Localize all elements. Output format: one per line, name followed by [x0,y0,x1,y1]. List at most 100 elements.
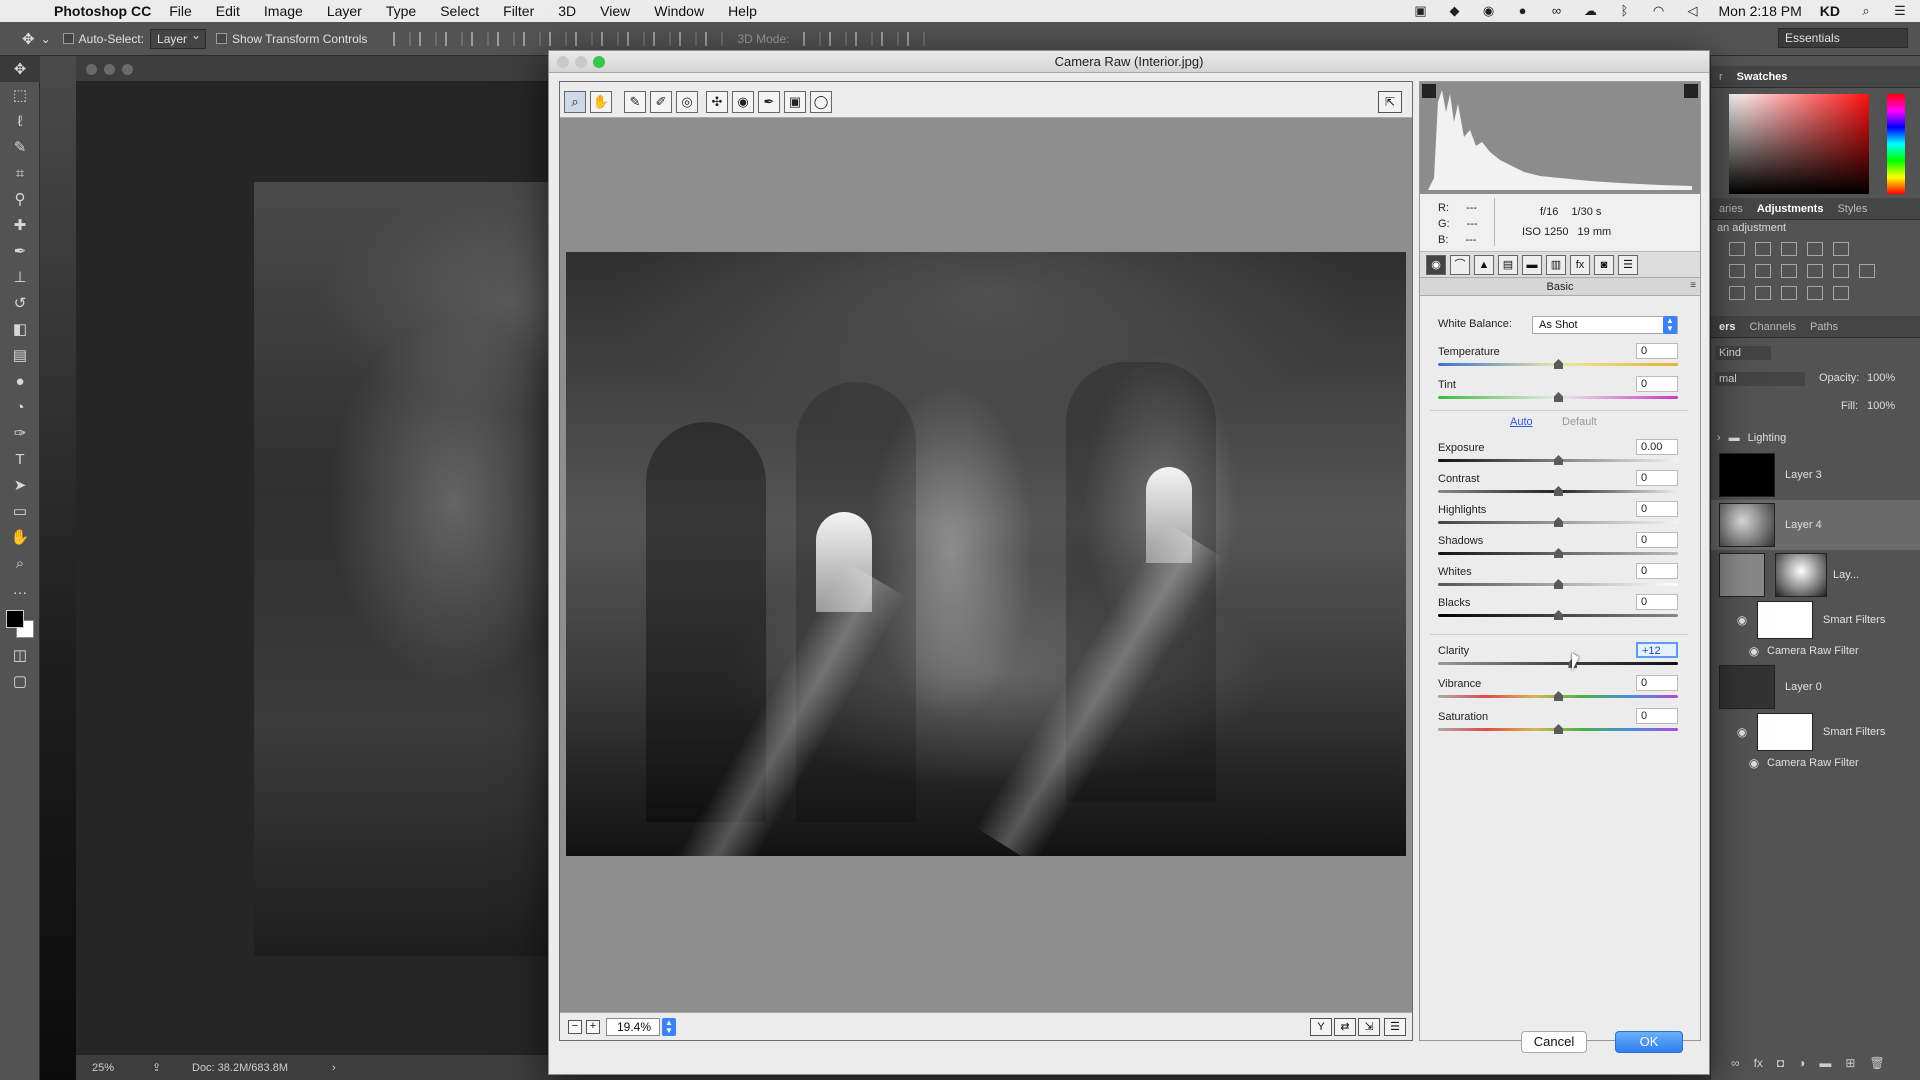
preview-preferences-icon[interactable]: ☰ [1384,1018,1406,1036]
workspace-dropdown[interactable]: Essentials [1778,28,1908,48]
show-transform-checkbox[interactable] [216,33,228,44]
screen-mode-icon[interactable]: ▢ [0,668,40,694]
channel-mixer-adjust-icon[interactable] [1833,264,1849,278]
menu-edit[interactable]: Edit [216,3,240,19]
status-menu-chevron-icon[interactable]: › [332,1062,336,1074]
channels-tab[interactable]: Channels [1750,321,1796,333]
hand-tool-icon[interactable]: ✋ [0,524,40,550]
distribute-right-icon[interactable] [679,31,698,46]
wifi-icon[interactable]: ◠ [1651,4,1667,18]
align-bottom-icon[interactable] [445,31,464,46]
zoom-level-stepper[interactable]: ▲ ▼ [662,1018,676,1036]
cr-hand-tool-icon[interactable]: ✋ [590,91,612,113]
move-tool-preset-icon[interactable]: ✥ [22,30,35,48]
styles-tab[interactable]: Styles [1837,203,1867,215]
auto-select-checkbox[interactable] [62,33,74,44]
zoom-tool-icon[interactable]: ⌕ [0,550,40,576]
doc-zoom-icon[interactable] [122,64,133,75]
eraser-tool-icon[interactable]: ◧ [0,316,40,342]
distribute-hcenter-icon[interactable] [653,31,672,46]
crop-tool-icon[interactable]: ⌗ [0,160,40,186]
menu-select[interactable]: Select [440,3,479,19]
chrome-icon[interactable]: ● [1515,4,1531,18]
quick-select-tool-icon[interactable]: ✎ [0,134,40,160]
whites-slider-thumb[interactable] [1554,579,1563,589]
layers-tab[interactable]: ers [1719,321,1736,333]
notification-center-icon[interactable]: ☰ [1892,4,1908,18]
app-name-menu[interactable]: Photoshop CC [54,3,151,19]
cr-color-sampler-tool-icon[interactable]: ✐ [650,91,672,113]
pen-tool-icon[interactable]: ✑ [0,420,40,446]
camera-raw-filter-row[interactable]: ◉ Camera Raw Filter [1711,640,1920,662]
fill-value[interactable]: 100% [1867,400,1895,412]
whites-input[interactable]: 0 [1636,563,1678,579]
visibility-eye-icon[interactable]: ◉ [1735,613,1749,627]
align-top-icon[interactable] [393,31,412,46]
menu-filter[interactable]: Filter [503,3,534,19]
exposure-slider-thumb[interactable] [1554,455,1563,465]
temperature-slider-thumb[interactable] [1554,359,1563,369]
cancel-button[interactable]: Cancel [1521,1031,1587,1053]
temperature-input[interactable]: 0 [1636,343,1678,359]
align-right-icon[interactable] [523,31,542,46]
menu-image[interactable]: Image [264,3,303,19]
copy-settings-icon[interactable]: ⇲ [1358,1018,1380,1036]
visibility-eye-icon[interactable]: ◉ [1735,725,1749,739]
detail-panel-icon[interactable]: ▲ [1474,254,1494,275]
vibrance-adjust-icon[interactable] [1833,242,1849,256]
menu-view[interactable]: View [600,3,630,19]
cr-white-balance-tool-icon[interactable]: ✎ [624,91,646,113]
3d-roll-icon[interactable] [829,31,848,46]
layer-group-row[interactable]: › ▬ Lighting [1711,426,1920,450]
presets-panel-icon[interactable]: ☰ [1618,254,1638,275]
white-balance-dropdown[interactable]: As Shot ▲ ▼ [1532,316,1678,334]
vibrance-input[interactable]: 0 [1636,675,1678,691]
color-picker-field[interactable] [1729,94,1869,194]
type-tool-icon[interactable]: T [0,446,40,472]
swap-settings-icon[interactable]: ⇄ [1334,1018,1356,1036]
auto-align-icon[interactable] [705,31,724,46]
healing-brush-tool-icon[interactable]: ✚ [0,212,40,238]
blend-mode-dropdown[interactable]: mal [1715,372,1805,386]
exposure-adjust-icon[interactable] [1807,242,1823,256]
layer-style-icon[interactable]: fx [1754,1056,1763,1078]
effects-panel-icon[interactable]: fx [1570,254,1590,275]
new-group-icon[interactable]: ▬ [1819,1056,1831,1078]
ok-button[interactable]: OK [1615,1031,1683,1053]
cr-graduated-filter-icon[interactable]: ▣ [784,91,806,113]
swatches-tab[interactable]: Swatches [1737,71,1788,83]
distribute-top-icon[interactable] [549,31,568,46]
adjustments-tab[interactable]: Adjustments [1757,203,1824,215]
posterize-adjust-icon[interactable] [1755,286,1771,300]
new-adjustment-icon[interactable]: ◑ [1798,1056,1805,1078]
camera-calibration-panel-icon[interactable]: ◙ [1594,254,1614,275]
menu-layer[interactable]: Layer [327,3,362,19]
menubar-clock[interactable]: Mon 2:18 PM [1719,3,1802,19]
invert-adjust-icon[interactable] [1729,286,1745,300]
shadows-input[interactable]: 0 [1636,532,1678,548]
eyedropper-tool-icon[interactable]: ⚲ [0,186,40,212]
link-layers-icon[interactable]: ∞ [1731,1056,1740,1078]
black-white-adjust-icon[interactable] [1781,264,1797,278]
blacks-slider-thumb[interactable] [1554,610,1563,620]
tone-curve-panel-icon[interactable]: ⌒ [1450,254,1470,275]
cr-targeted-adjust-tool-icon[interactable]: ◎ [676,91,698,113]
lens-corrections-panel-icon[interactable]: ▥ [1546,254,1566,275]
align-hcenter-icon[interactable] [497,31,516,46]
close-window-icon[interactable] [557,56,569,68]
highlights-slider-thumb[interactable] [1554,517,1563,527]
volume-icon[interactable]: ◁ [1685,4,1701,18]
3d-scale-icon[interactable] [907,31,926,46]
contrast-input[interactable]: 0 [1636,470,1678,486]
blur-tool-icon[interactable]: ● [0,368,40,394]
smart-filters-row[interactable]: ◉ Smart Filters [1711,600,1920,640]
smart-object-layer-row[interactable]: Lay... [1711,550,1920,600]
hsl-panel-icon[interactable]: ▤ [1498,254,1518,275]
foreground-color-swatch[interactable] [6,610,24,628]
lasso-tool-icon[interactable]: ℓ [0,108,40,134]
saturation-input[interactable]: 0 [1636,708,1678,724]
menu-3d[interactable]: 3D [558,3,576,19]
brightness-adjust-icon[interactable] [1729,242,1745,256]
expand-chevron-icon[interactable]: › [1717,432,1721,444]
cr-adjustment-brush-icon[interactable]: ✒ [758,91,780,113]
